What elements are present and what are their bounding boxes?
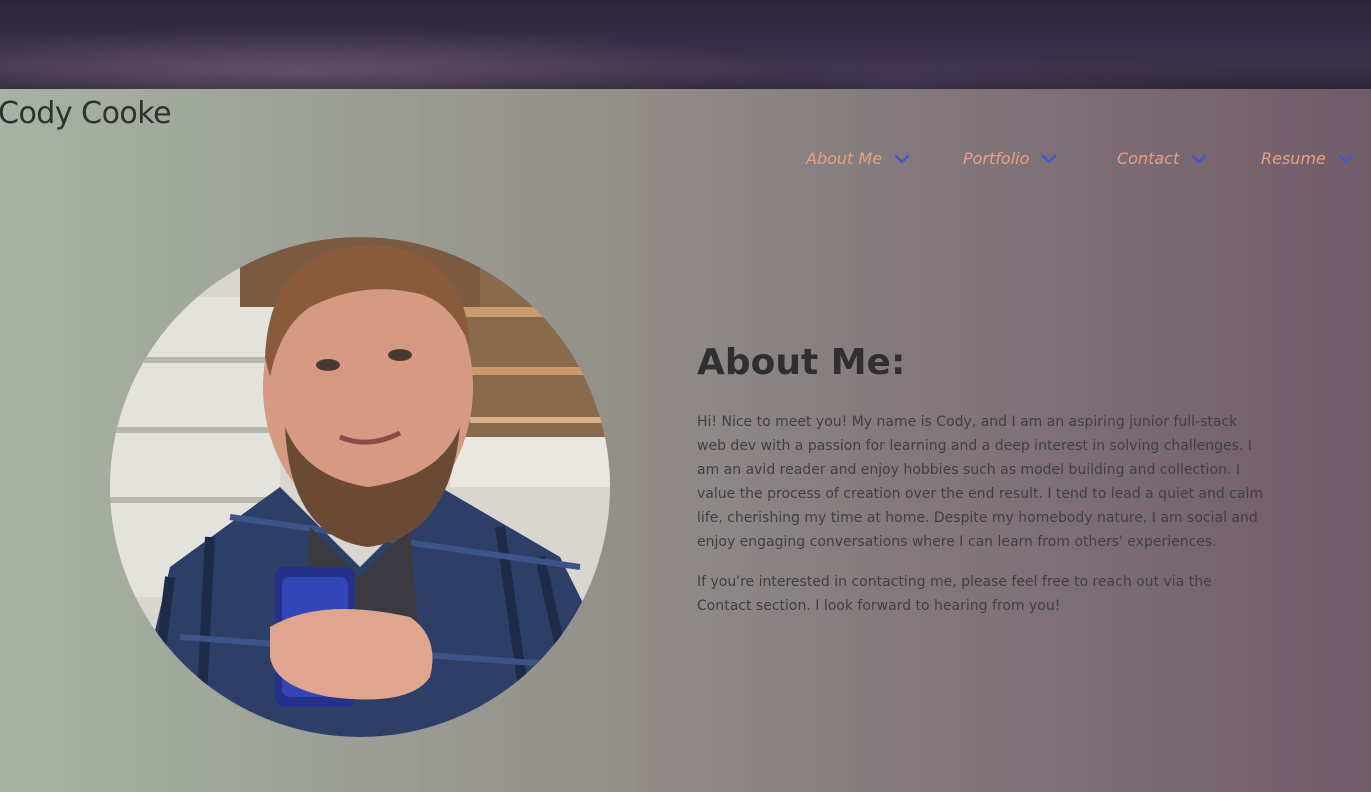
main-nav: About Me Portfolio Contact Resume (0, 149, 1371, 175)
nav-item-contact[interactable]: Contact (1117, 149, 1207, 168)
about-heading: About Me: (697, 342, 906, 383)
chevron-down-icon (1041, 154, 1057, 164)
header-banner-image (0, 0, 1371, 89)
about-body: Hi! Nice to meet you! My name is Cody, a… (697, 410, 1263, 634)
chevron-down-icon (1191, 154, 1207, 164)
chevron-down-icon (894, 154, 910, 164)
nav-item-label: About Me (806, 149, 883, 168)
nav-item-portfolio[interactable]: Portfolio (963, 149, 1057, 168)
about-paragraph-contact: If you're interested in contacting me, p… (697, 574, 1212, 614)
nav-item-label: Contact (1117, 149, 1180, 168)
site-title[interactable]: Cody Cooke (0, 96, 172, 131)
nav-item-resume[interactable]: Resume (1261, 149, 1354, 168)
profile-photo (110, 237, 610, 737)
nav-item-about-me[interactable]: About Me (806, 149, 910, 168)
nav-item-label: Portfolio (963, 149, 1030, 168)
nav-item-label: Resume (1261, 149, 1326, 168)
about-paragraph-intro: Hi! Nice to meet you! My name is Cody, a… (697, 414, 1263, 550)
chevron-down-icon (1338, 154, 1354, 164)
